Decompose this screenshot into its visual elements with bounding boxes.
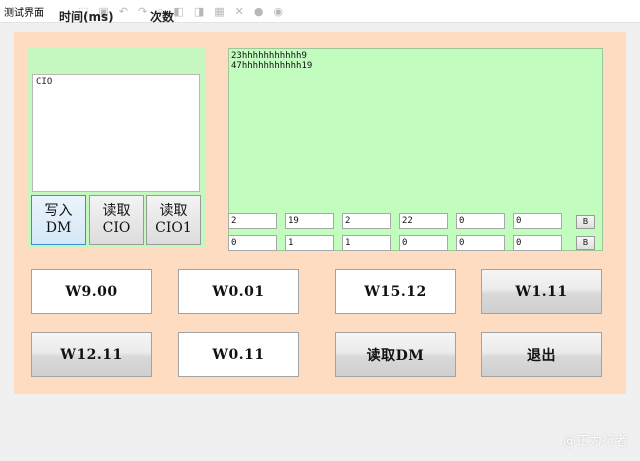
value-field[interactable]: 2 — [342, 213, 391, 229]
button-line: 写入 — [44, 203, 73, 219]
button-line: 读取 — [159, 203, 188, 219]
output-line: 47hhhhhhhhhhh19 — [231, 61, 313, 71]
value-field[interactable]: 19 — [285, 213, 334, 229]
header-count: 次数 — [150, 10, 175, 24]
toolbar-icon: ◉ — [273, 4, 284, 18]
write-dm-button[interactable]: 写入 DM — [31, 195, 86, 245]
toolbar-icon: ▦ — [214, 4, 225, 18]
watermark: @正为行者 — [562, 434, 628, 449]
value-field[interactable]: 1 — [342, 235, 391, 251]
list-item: CIO — [36, 77, 53, 87]
w12-11-button[interactable]: W12.11 — [31, 332, 152, 377]
value-field[interactable]: 0 — [456, 235, 505, 251]
value-field[interactable]: 0 — [513, 235, 562, 251]
exit-button[interactable]: 退出 — [481, 332, 602, 377]
value-field[interactable]: 2 — [228, 213, 277, 229]
toolbar-icon: ◧ — [173, 4, 184, 18]
close-icon: ✕ — [234, 4, 244, 18]
record-icon: ● — [253, 4, 264, 18]
button-line: 读取 — [102, 203, 131, 219]
read-dm-button[interactable]: 读取DM — [335, 332, 456, 377]
output-line: 23hhhhhhhhhhh9 — [231, 51, 307, 61]
w1-11-button[interactable]: W1.11 — [481, 269, 602, 314]
output-lines: 23hhhhhhhhhhh9 47hhhhhhhhhhh19 — [231, 51, 312, 71]
b-button[interactable]: B — [576, 236, 595, 250]
button-line: DM — [45, 220, 72, 236]
w0-01-button[interactable]: W0.01 — [178, 269, 299, 314]
value-field[interactable]: 0 — [228, 235, 277, 251]
toolbar-icon: ◨ — [193, 4, 205, 18]
window-title: 测试界面 — [4, 8, 44, 19]
b-button[interactable]: B — [576, 215, 595, 229]
value-field[interactable]: 0 — [513, 213, 562, 229]
value-field[interactable]: 0 — [399, 235, 448, 251]
button-line: CIO1 — [155, 220, 192, 236]
read-cio-button[interactable]: 读取 CIO — [89, 195, 144, 245]
button-line: CIO — [102, 220, 131, 236]
redo-icon: ↷ — [138, 4, 148, 18]
value-field[interactable]: 0 — [456, 213, 505, 229]
w9-00-button[interactable]: W9.00 — [31, 269, 152, 314]
w0-11-button[interactable]: W0.11 — [178, 332, 299, 377]
value-field[interactable]: 1 — [285, 235, 334, 251]
undo-icon: ↶ — [118, 4, 129, 18]
timing-list[interactable]: CIO — [32, 74, 200, 192]
w15-12-button[interactable]: W15.12 — [335, 269, 456, 314]
value-field[interactable]: 22 — [399, 213, 448, 229]
read-cio1-button[interactable]: 读取 CIO1 — [146, 195, 201, 245]
header-time: 时间(ms) — [59, 10, 114, 24]
